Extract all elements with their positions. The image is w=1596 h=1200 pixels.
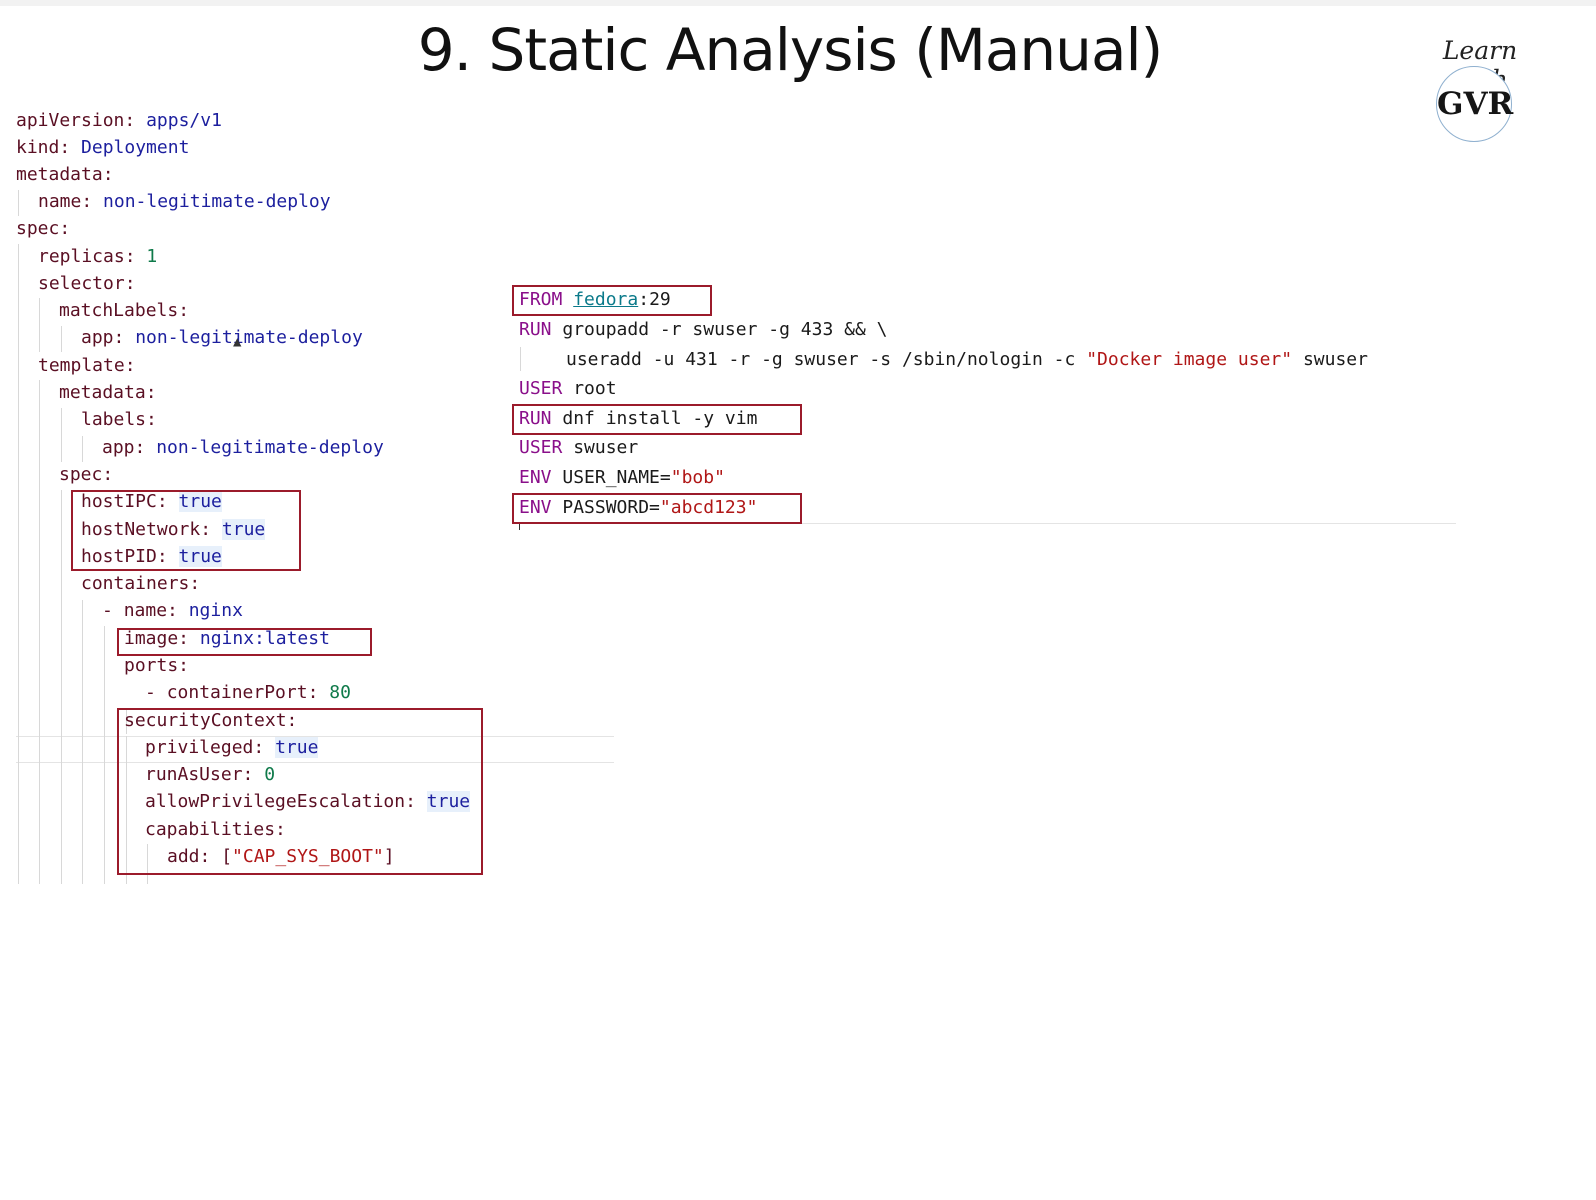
yaml-number: 80	[329, 682, 351, 703]
yaml-line: containers:	[81, 571, 200, 597]
yaml-line: template:	[38, 353, 136, 379]
brand-circle: GVR	[1436, 66, 1514, 142]
docker-text: useradd -u 431 -r -g swuser -s /sbin/nol…	[566, 349, 1076, 370]
docker-text: swuser	[1302, 349, 1368, 370]
highlight-box-security-context	[117, 708, 483, 875]
indent-guide	[61, 326, 62, 352]
indent-guide	[104, 626, 105, 884]
indent-guide	[39, 380, 40, 884]
docker-line: useradd -u 431 -r -g swuser -s /sbin/nol…	[566, 347, 1368, 373]
docker-line: USER root	[519, 376, 617, 402]
highlight-box-from-base-image	[512, 285, 712, 316]
yaml-key: replicas:	[38, 246, 136, 267]
slide-top-strip	[0, 0, 1596, 6]
indent-guide	[18, 244, 19, 884]
yaml-line: ports:	[124, 653, 189, 679]
yaml-key: name:	[123, 600, 178, 621]
mouse-cursor-icon: ▲	[233, 334, 242, 350]
yaml-key: labels:	[81, 409, 157, 430]
indent-guide	[18, 190, 19, 216]
yaml-line: metadata:	[59, 380, 157, 406]
yaml-key: containers:	[81, 573, 201, 594]
yaml-value: apps/v1	[146, 110, 222, 131]
indent-guide	[61, 490, 62, 884]
yaml-key: kind:	[16, 137, 71, 158]
docker-text: groupadd -r swuser -g 433 && \	[562, 319, 888, 340]
yaml-key: selector:	[38, 273, 136, 294]
indent-guide	[82, 600, 83, 884]
yaml-line: app: non-legitimate-deploy	[102, 435, 384, 461]
dockerfile-code-block: FROM fedora:29 RUN groupadd -r swuser -g…	[512, 285, 1472, 536]
yaml-line: apiVersion: apps/v1	[16, 108, 222, 134]
docker-line: RUN groupadd -r swuser -g 433 && \	[519, 317, 887, 343]
yaml-key: containerPort:	[166, 682, 319, 703]
yaml-line: spec:	[59, 462, 113, 488]
docker-keyword: RUN	[519, 319, 552, 340]
yaml-line: matchLabels:	[59, 298, 189, 324]
yaml-key: matchLabels:	[59, 300, 190, 321]
highlight-box-host-namespaces	[71, 490, 301, 571]
yaml-key: name:	[38, 191, 93, 212]
highlight-box-env-password	[512, 493, 802, 524]
yaml-line: labels:	[81, 407, 157, 433]
yaml-key: metadata:	[59, 382, 157, 403]
indent-guide	[39, 298, 40, 352]
yaml-line: metadata:	[16, 162, 114, 188]
highlight-box-image-tag	[117, 628, 372, 656]
indent-guide	[61, 408, 62, 462]
highlight-box-run-install	[512, 404, 802, 435]
brand-logo: Learn with GVR	[1420, 34, 1540, 146]
yaml-key: spec:	[59, 464, 114, 485]
yaml-value: non-legitimate-deploy	[156, 437, 384, 458]
yaml-line: - name: nginx	[102, 598, 243, 624]
yaml-key: template:	[38, 355, 136, 376]
yaml-key: metadata:	[16, 164, 114, 185]
yaml-line: app: non-legitimate-deploy	[81, 325, 363, 351]
docker-text: swuser	[573, 437, 639, 458]
yaml-line: spec:	[16, 216, 70, 242]
docker-keyword: USER	[519, 437, 563, 458]
yaml-line: kind: Deployment	[16, 135, 189, 161]
yaml-value: non-legitimate-deploy	[103, 191, 331, 212]
yaml-dash: -	[145, 682, 156, 703]
yaml-line: - containerPort: 80	[145, 680, 351, 706]
docker-keyword: USER	[519, 378, 563, 399]
yaml-number: 1	[146, 246, 158, 267]
yaml-line: name: non-legitimate-deploy	[38, 189, 331, 215]
docker-line: ENV USER_NAME="bob"	[519, 465, 725, 491]
yaml-key: apiVersion:	[16, 110, 136, 131]
yaml-key: ports:	[124, 655, 190, 676]
indent-guide	[82, 436, 83, 462]
yaml-key: app:	[81, 327, 125, 348]
slide-title: 9. Static Analysis (Manual)	[417, 16, 1163, 84]
docker-line: USER swuser	[519, 435, 638, 461]
yaml-key: app:	[102, 437, 146, 458]
docker-keyword: ENV	[519, 467, 552, 488]
brand-abbr: GVR	[1437, 86, 1514, 122]
docker-string: "Docker image user"	[1086, 349, 1293, 370]
yaml-value: non-legitimate-deploy	[135, 327, 363, 348]
docker-text: USER_NAME=	[562, 467, 671, 488]
yaml-line: replicas: 1	[38, 244, 157, 270]
yaml-value: nginx	[188, 600, 243, 621]
yaml-line: selector:	[38, 271, 136, 297]
yaml-key: spec:	[16, 218, 71, 239]
yaml-dash: -	[102, 600, 113, 621]
docker-text: root	[573, 378, 617, 399]
indent-guide	[520, 347, 521, 371]
yaml-value: Deployment	[81, 137, 190, 158]
docker-string: "bob"	[670, 467, 725, 488]
